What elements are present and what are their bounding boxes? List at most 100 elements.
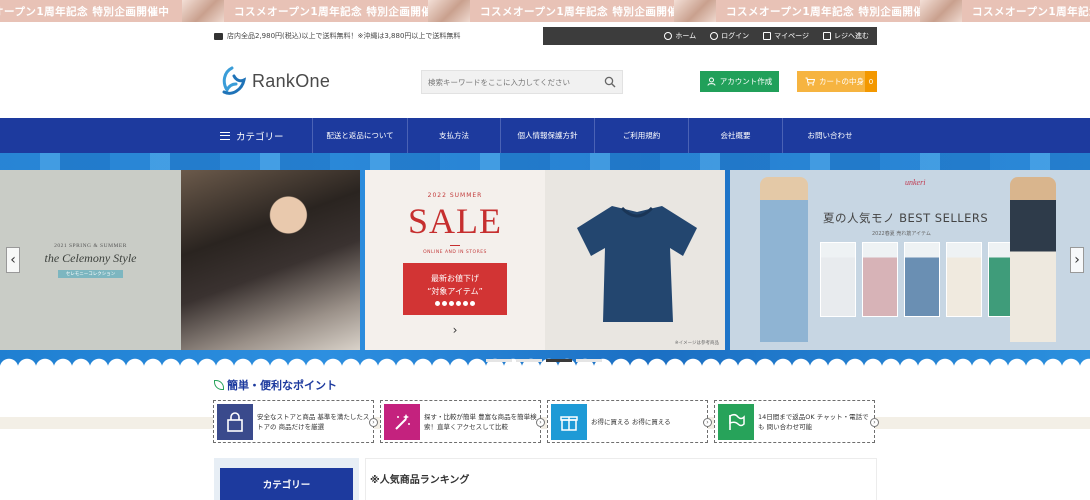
chevron-right-icon: › bbox=[870, 418, 879, 427]
ticker-text: コスメオープン1周年記念 特別企画開催中 bbox=[234, 5, 444, 18]
carousel-dot[interactable] bbox=[516, 359, 542, 362]
points-list: 安全なストアと商品 基準を満たしたストアの 商品だけを厳選 › 探す・比較が簡単… bbox=[213, 400, 879, 443]
nav-checkout-link[interactable]: レジへ進む bbox=[823, 31, 869, 41]
hero-backdrop bbox=[0, 153, 1090, 170]
slide-season: 2021 SPRING & SUMMER bbox=[54, 242, 127, 249]
point-text: 14日間まで返品OK チャット・電話でも 問い合わせ可能 bbox=[758, 412, 869, 431]
hamburger-icon bbox=[220, 131, 230, 140]
ticker-text: コスメオープン1周年記念 特別企画開催中 bbox=[972, 5, 1090, 18]
product-photo: ※イメージは参考商品 bbox=[545, 170, 725, 350]
truck-icon bbox=[214, 32, 223, 40]
model-photo bbox=[181, 170, 360, 350]
carousel-dot[interactable] bbox=[486, 359, 512, 362]
category-menu-button[interactable]: カテゴリー bbox=[214, 118, 313, 153]
ticker-item[interactable]: コスメオープン1周年記念 特別企画開催中 bbox=[182, 0, 443, 22]
product-thumbnails bbox=[820, 242, 1024, 317]
nav-mypage-label: マイページ bbox=[774, 32, 809, 40]
search-input[interactable] bbox=[428, 77, 604, 87]
create-account-button[interactable]: アカウント作成 bbox=[700, 71, 779, 92]
carousel-dot[interactable] bbox=[576, 359, 602, 362]
ticker-item[interactable]: コスメオープン1周年記念 特別企画開催中 bbox=[428, 0, 689, 22]
promo-ticker[interactable]: メオープン1周年記念 特別企画開催中 コスメオープン1周年記念 特別企画開催中 … bbox=[0, 0, 1090, 22]
ticker-thumbnail bbox=[920, 0, 962, 22]
nav-mypage-link[interactable]: マイページ bbox=[763, 31, 809, 41]
cart-count-badge: 0 bbox=[865, 71, 877, 92]
carousel-prev-button[interactable]: ‹ bbox=[6, 247, 20, 273]
ticker-item[interactable]: メオープン1周年記念 特別企画開催中 bbox=[0, 0, 169, 22]
slide-text-panel: 2022 SUMMER SALE ONLINE AND IN STORES 最新… bbox=[365, 170, 545, 350]
search-box bbox=[421, 70, 623, 94]
point-text: お得に買える お得に買える bbox=[591, 417, 671, 426]
point-card-security[interactable]: 安全なストアと商品 基準を満たしたストアの 商品だけを厳選 › bbox=[213, 400, 378, 443]
product-thumbnail bbox=[820, 242, 856, 317]
nav-item-contact[interactable]: お問い合わせ bbox=[783, 118, 877, 153]
leaf-icon bbox=[214, 380, 224, 390]
chevron-right-icon: › bbox=[369, 418, 378, 427]
carousel-slide-sale[interactable]: 2022 SUMMER SALE ONLINE AND IN STORES 最新… bbox=[365, 170, 725, 350]
chevron-right-icon: › bbox=[703, 418, 712, 427]
cart-button[interactable]: カートの中身 0 bbox=[797, 71, 877, 92]
points-heading: 簡単・便利なポイント bbox=[214, 377, 337, 393]
sale-year: 2022 SUMMER bbox=[427, 192, 483, 199]
product-thumbnail bbox=[946, 242, 982, 317]
nav-login-label: ログイン bbox=[721, 32, 750, 40]
gift-icon bbox=[551, 403, 587, 440]
point-text: 探す・比較が簡単 豊富な商品を簡単検索！直草くアクセスして比較 bbox=[424, 412, 537, 431]
brand-logo: unkeri bbox=[905, 178, 926, 187]
nav-item-privacy[interactable]: 個人情報保護方針 bbox=[501, 118, 595, 153]
cart-label: カートの中身 bbox=[819, 77, 864, 86]
nav-home-link[interactable]: ホーム bbox=[664, 31, 696, 41]
magic-wand-icon bbox=[384, 403, 420, 440]
chevron-right-icon: › bbox=[536, 418, 545, 427]
nav-item-company[interactable]: 会社概要 bbox=[689, 118, 783, 153]
carousel-slide-ceremony[interactable]: 2021 SPRING & SUMMER the Celemony Style … bbox=[0, 170, 360, 350]
id-card-icon bbox=[763, 32, 772, 40]
point-card-deals[interactable]: お得に買える お得に買える › bbox=[547, 400, 712, 443]
user-add-icon bbox=[707, 77, 716, 86]
search-icon[interactable] bbox=[604, 76, 616, 88]
register-icon bbox=[823, 32, 831, 40]
sale-badge-line2: “対象アイテム” bbox=[427, 286, 483, 296]
create-account-label: アカウント作成 bbox=[719, 77, 773, 86]
ticker-thumbnail bbox=[182, 0, 224, 22]
cart-icon bbox=[805, 77, 815, 86]
image-note: ※イメージは参考商品 bbox=[674, 341, 719, 346]
nav-item-terms[interactable]: ご利用規約 bbox=[595, 118, 689, 153]
slide-title: 夏の人気モノ BEST SELLERS bbox=[823, 211, 989, 225]
decorative-dots bbox=[435, 300, 475, 306]
main-navbar: カテゴリー 配送と返品について 支払方法 個人情報保護方針 ご利用規約 会社概要… bbox=[0, 118, 1090, 153]
sidebar-category-button[interactable]: カテゴリー bbox=[220, 468, 353, 500]
model-photo-left bbox=[760, 177, 808, 342]
product-thumbnail bbox=[904, 242, 940, 317]
sale-subtitle: ONLINE AND IN STORES bbox=[423, 250, 487, 255]
chevron-right-icon: › bbox=[452, 323, 458, 337]
product-thumbnail bbox=[862, 242, 898, 317]
carousel-pagination bbox=[486, 359, 602, 362]
site-logo[interactable]: RankOne bbox=[218, 66, 330, 96]
nav-login-link[interactable]: ログイン bbox=[710, 31, 749, 41]
ticker-item[interactable]: コスメオープン1周年記念 特別企画開催中 bbox=[674, 0, 935, 22]
model-photo-right bbox=[1010, 177, 1056, 342]
tshirt-image bbox=[577, 206, 697, 322]
flag-icon bbox=[718, 403, 754, 440]
user-nav: ホーム ログイン マイページ レジへ進む bbox=[543, 27, 877, 45]
nav-checkout-label: レジへ進む bbox=[834, 32, 869, 40]
carousel-slide-bestsellers[interactable]: unkeri 夏の人気モノ BEST SELLERS 2022春夏 売れ筋アイテ… bbox=[730, 170, 1090, 350]
carousel-dot-active[interactable] bbox=[546, 359, 572, 362]
user-icon bbox=[710, 32, 719, 40]
point-card-search[interactable]: 探す・比較が簡単 豊富な商品を簡単検索！直草くアクセスして比較 › bbox=[380, 400, 545, 443]
ranking-title: ※人気商品ランキング bbox=[370, 475, 470, 486]
logo-mark-icon bbox=[222, 66, 246, 95]
points-heading-text: 簡単・便利なポイント bbox=[227, 379, 337, 392]
ticker-thumbnail bbox=[674, 0, 716, 22]
point-card-returns[interactable]: 14日間まで返品OK チャット・電話でも 問い合わせ可能 › bbox=[714, 400, 879, 443]
nav-item-payment[interactable]: 支払方法 bbox=[408, 118, 501, 153]
sale-title: SALE bbox=[408, 201, 502, 241]
carousel-next-button[interactable]: › bbox=[1070, 247, 1084, 273]
ticker-item[interactable]: コスメオープン1周年記念 特別企画開催中 bbox=[920, 0, 1090, 22]
category-menu-label: カテゴリー bbox=[236, 131, 284, 143]
nav-home-label: ホーム bbox=[675, 32, 697, 40]
sale-badge: 最新お値下げ “対象アイテム” bbox=[403, 263, 507, 315]
divider bbox=[450, 245, 460, 246]
nav-item-shipping[interactable]: 配送と返品について bbox=[313, 118, 408, 153]
